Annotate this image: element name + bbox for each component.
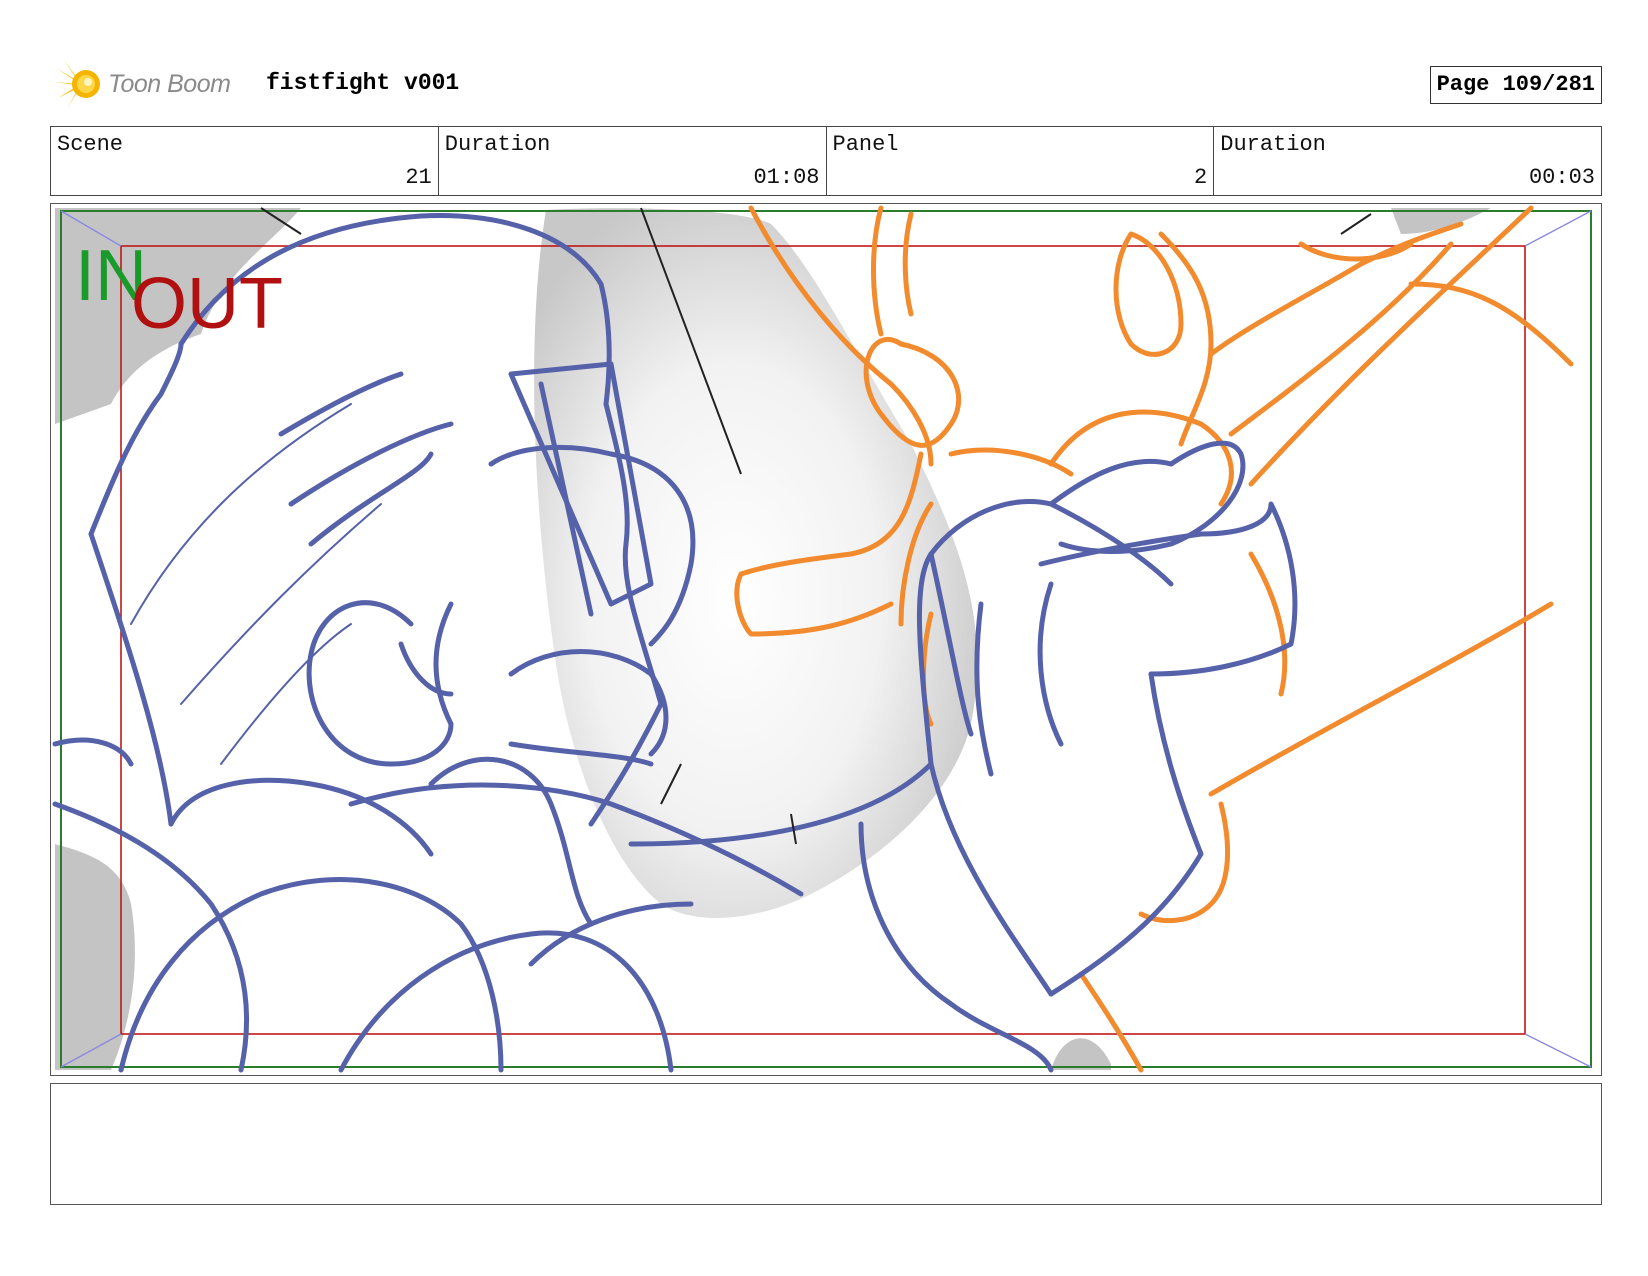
toon-boom-logo: Toon Boom	[54, 58, 254, 110]
panel-label: Panel	[832, 132, 899, 157]
scene-cell: Scene 21	[51, 127, 439, 195]
storyboard-panel: IN OUT	[50, 203, 1602, 1076]
scene-duration-label: Duration	[444, 132, 551, 157]
starburst-icon	[54, 60, 100, 108]
scene-info-table: Scene 21 Duration 01:08 Panel 2 Duration…	[50, 126, 1602, 196]
corner-shadow-bottom-mid	[1051, 1038, 1111, 1070]
scene-label: Scene	[57, 132, 124, 157]
panel-cell: Panel 2	[827, 127, 1215, 195]
panel-notes-box[interactable]	[50, 1083, 1602, 1205]
left-character-hatching	[130, 403, 382, 765]
corner-shadow-bottom-left	[55, 844, 135, 1070]
out-marker: OUT	[131, 264, 283, 344]
panel-duration-value: 00:03	[1528, 165, 1595, 190]
page-indicator: Page 109/281	[1429, 66, 1602, 104]
scene-duration-cell: Duration 01:08	[439, 127, 827, 195]
panel-value: 2	[1194, 165, 1208, 190]
scene-duration-value: 01:08	[753, 165, 820, 190]
panel-duration-cell: Duration 00:03	[1214, 127, 1601, 195]
page-header: Toon Boom fistfight v001 Page 109/281	[50, 58, 1602, 110]
scene-value: 21	[405, 165, 432, 190]
panel-duration-label: Duration	[1220, 132, 1326, 157]
logo-text: Toon Boom	[108, 69, 231, 98]
document-title: fistfight v001	[266, 70, 460, 96]
panel-drawing: IN OUT	[52, 205, 1592, 1073]
